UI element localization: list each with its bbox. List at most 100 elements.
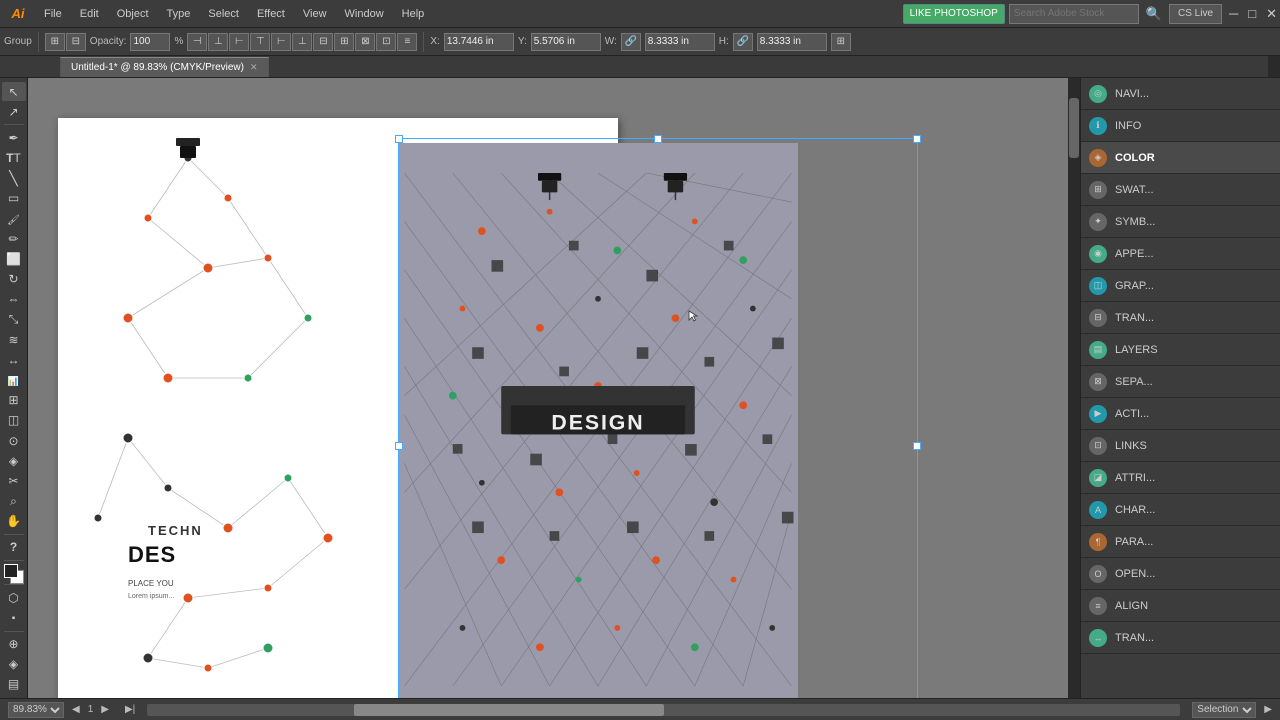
menu-window[interactable]: Window (337, 6, 392, 22)
menu-file[interactable]: File (36, 6, 70, 22)
menu-object[interactable]: Object (109, 6, 157, 22)
next-page-icon[interactable]: ▶ (101, 704, 109, 715)
canvas-area[interactable]: TECHN DES PLACE YOU Lorem ipsum... (28, 78, 1080, 698)
opacity-input[interactable] (130, 33, 170, 51)
maximize-icon[interactable]: □ (1245, 6, 1259, 21)
active-tab[interactable]: Untitled-1* @ 89.83% (CMYK/Preview) ✕ (60, 57, 269, 77)
link-icon[interactable]: 🔗 (621, 33, 641, 51)
search-icon[interactable]: 🔍 (1143, 6, 1165, 22)
rotate-tool[interactable] (2, 270, 26, 289)
menu-select[interactable]: Select (200, 6, 247, 22)
panel-symb[interactable]: ✦ SYMB... (1081, 206, 1280, 238)
fill-color[interactable] (4, 564, 18, 578)
panel-icon[interactable] (2, 675, 26, 694)
menu-effect[interactable]: Effect (249, 6, 293, 22)
link2-icon[interactable]: 🔗 (733, 33, 753, 51)
selection-tool[interactable] (2, 82, 26, 101)
direct-selection-tool[interactable] (2, 102, 26, 121)
panel-appe[interactable]: ◉ APPE... (1081, 238, 1280, 270)
align-center-h-icon[interactable]: ⊥ (208, 33, 228, 51)
graph-tool[interactable] (2, 371, 26, 390)
fill-stroke-indicator[interactable] (4, 564, 24, 581)
panel-char[interactable]: A CHAR... (1081, 494, 1280, 526)
reflect-tool[interactable] (2, 290, 26, 309)
pencil-tool[interactable] (2, 229, 26, 248)
zoom-select[interactable]: 89.83% (8, 702, 64, 718)
gradient-tool[interactable] (2, 411, 26, 430)
warp-tool[interactable] (2, 330, 26, 349)
panel-swat[interactable]: ⊞ SWAT... (1081, 174, 1280, 206)
more-icon[interactable]: ⊞ (831, 33, 851, 51)
rect-tool[interactable] (2, 189, 26, 208)
page-end-icon[interactable]: ▶| (125, 704, 135, 715)
prev-page-icon[interactable]: ◀ (72, 704, 80, 715)
panel-color[interactable]: ◈ COLOR (1081, 142, 1280, 174)
eraser-tool[interactable] (2, 249, 26, 268)
scale-tool[interactable] (2, 310, 26, 329)
line-tool[interactable]: ╲ (2, 169, 26, 188)
zoom-tool[interactable] (2, 492, 26, 511)
align-right-icon[interactable]: ⊢ (229, 33, 249, 51)
menu-view[interactable]: View (295, 6, 335, 22)
panel-open[interactable]: O OPEN... (1081, 558, 1280, 590)
panel-attri[interactable]: ◪ ATTRI... (1081, 462, 1280, 494)
minimize-icon[interactable]: ─ (1226, 6, 1241, 21)
y-input[interactable] (531, 33, 601, 51)
align-center-v-icon[interactable]: ⊢ (271, 33, 291, 51)
workspace-button[interactable]: LIKE PHOTOSHOP (903, 4, 1005, 24)
screen-mode-icon[interactable]: ▪ (2, 608, 26, 627)
menu-type[interactable]: Type (159, 6, 199, 22)
transform-icon2[interactable]: ⊟ (66, 33, 86, 51)
type-tool[interactable]: T (2, 148, 26, 167)
search-input[interactable] (1009, 4, 1139, 24)
panel-align[interactable]: ≡ ALIGN (1081, 590, 1280, 622)
status-select[interactable]: Selection (1192, 702, 1256, 718)
h-scrollbar-thumb[interactable] (354, 704, 664, 716)
mesh-tool[interactable] (2, 391, 26, 410)
panel-para[interactable]: ¶ PARA... (1081, 526, 1280, 558)
h-input[interactable] (757, 33, 827, 51)
menu-edit[interactable]: Edit (72, 6, 107, 22)
align-left-icon[interactable]: ⊣ (187, 33, 207, 51)
panel-acti[interactable]: ▶ ACTI... (1081, 398, 1280, 430)
vertical-scrollbar[interactable] (1068, 78, 1080, 698)
panel-tran[interactable]: ⊟ TRAN... (1081, 302, 1280, 334)
blend-tool[interactable] (2, 451, 26, 470)
close-icon[interactable]: ✕ (1263, 6, 1280, 22)
align-top-icon[interactable]: ⊤ (250, 33, 270, 51)
drawing-mode-icon[interactable] (2, 588, 26, 607)
eyedrop-tool[interactable] (2, 431, 26, 450)
question-tool[interactable] (2, 538, 26, 557)
x-input[interactable] (444, 33, 514, 51)
page-input[interactable]: 1 (88, 704, 94, 715)
handle-top-right[interactable] (913, 135, 921, 143)
panel-layers[interactable]: ▤ LAYERS (1081, 334, 1280, 366)
nav-icon[interactable] (2, 655, 26, 674)
panel-info[interactable]: ℹ INFO (1081, 110, 1280, 142)
handle-middle-right[interactable] (913, 442, 921, 450)
distribute2-icon[interactable]: ⊞ (334, 33, 354, 51)
w-input[interactable] (645, 33, 715, 51)
zoom-in-icon[interactable] (2, 635, 26, 654)
pen-tool[interactable] (2, 128, 26, 147)
width-tool[interactable] (2, 350, 26, 369)
menu-help[interactable]: Help (394, 6, 433, 22)
scrollbar-thumb[interactable] (1069, 98, 1079, 158)
horizontal-scrollbar[interactable] (147, 704, 1180, 716)
distribute5-icon[interactable]: ≡ (397, 33, 417, 51)
panel-tran2[interactable]: ↔ TRAN... (1081, 622, 1280, 654)
distribute3-icon[interactable]: ⊠ (355, 33, 375, 51)
scissors-tool[interactable] (2, 471, 26, 490)
cs-live-button[interactable]: CS Live (1169, 4, 1222, 24)
tab-close-btn[interactable]: ✕ (250, 62, 258, 73)
align-bottom-icon[interactable]: ⊥ (292, 33, 312, 51)
distribute-icon[interactable]: ⊟ (313, 33, 333, 51)
distribute4-icon[interactable]: ⊡ (376, 33, 396, 51)
handle-top-middle[interactable] (654, 135, 662, 143)
panel-sepa[interactable]: ⊠ SEPA... (1081, 366, 1280, 398)
hand-tool[interactable] (2, 512, 26, 531)
paintbrush-tool[interactable] (2, 209, 26, 228)
panel-links[interactable]: ⊡ LINKS (1081, 430, 1280, 462)
panel-navi[interactable]: ◎ NAVI... (1081, 78, 1280, 110)
panel-grap[interactable]: ◫ GRAP... (1081, 270, 1280, 302)
